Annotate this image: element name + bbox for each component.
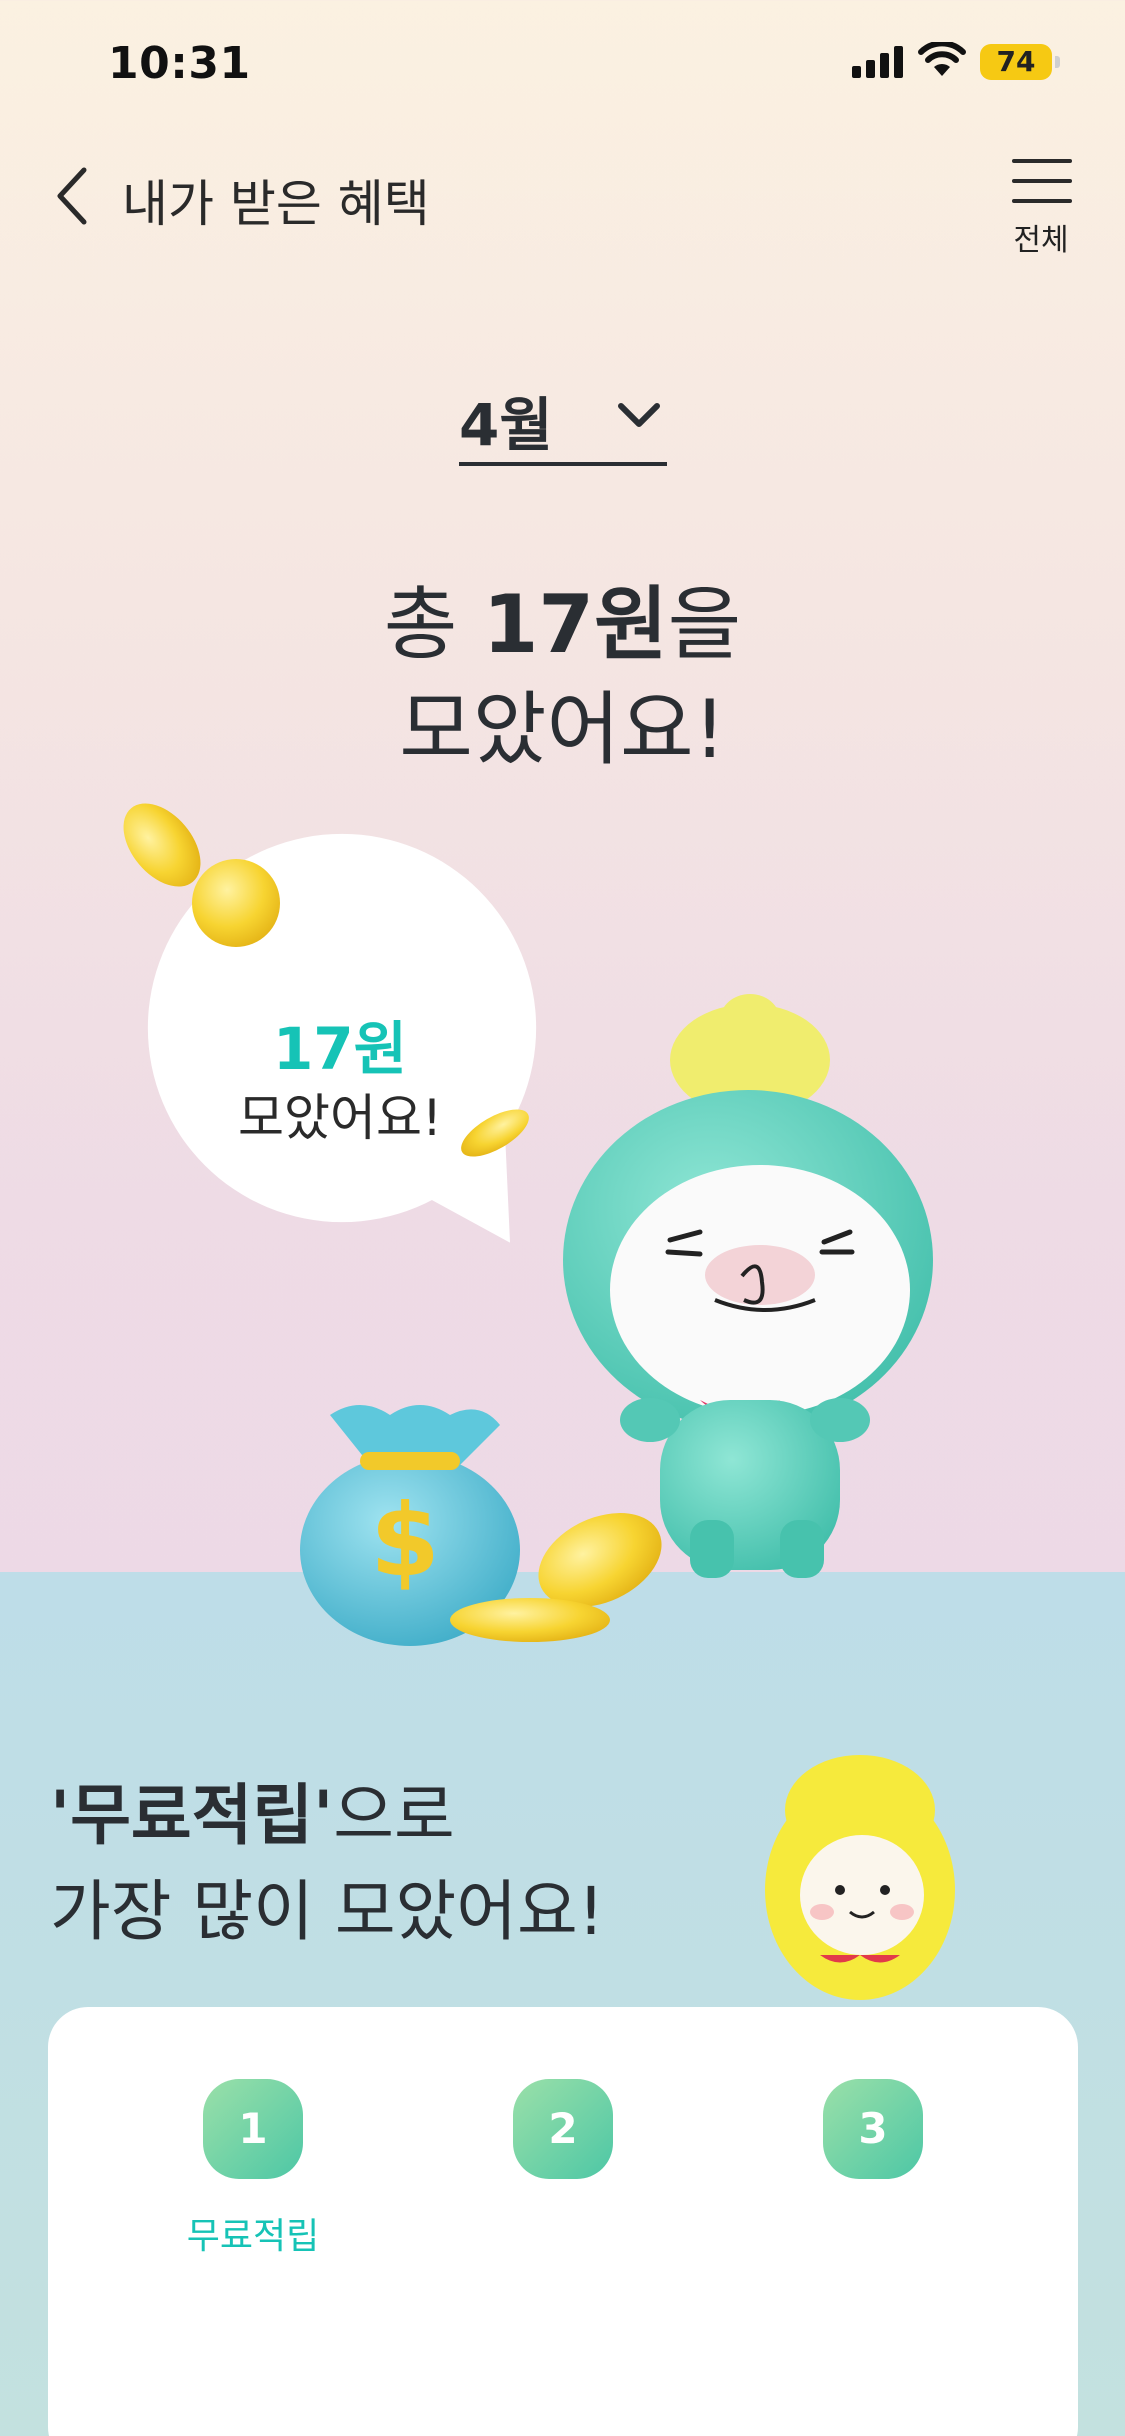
battery-cap [1055,56,1060,68]
coin-icon [461,1109,529,1157]
coin-icon [192,859,280,947]
coin-icon [450,1598,610,1642]
wifi-icon [918,42,966,76]
top-method-suffix: 으로 [333,1777,455,1854]
menu-button[interactable]: 전체 [1000,155,1082,265]
menu-label: 전체 [1013,223,1069,258]
top-method-headline: '무료적립'으로 [50,1762,455,1858]
ranking-card: 1 2 3 무료적립 [48,2007,1078,2436]
month-selector[interactable]: 4월 [459,370,667,466]
hamburger-icon [1012,159,1072,203]
total-suffix: 을 [667,578,742,671]
rank-3-badge: 3 [823,2079,923,2179]
total-summary-line2: 모았어요! [399,683,726,776]
battery-level: 74 [996,45,1036,78]
chevron-down-icon [618,403,660,427]
small-mascot-illustration [765,1755,955,2000]
battery-icon: 74 [980,44,1052,80]
total-amount: 17원 [482,578,668,671]
month-value: 4월 [459,391,553,459]
rank-1-label: 무료적립 [186,2216,320,2257]
total-prefix: 총 [383,578,483,671]
top-method-headline-line2: 가장 많이 모았어요! [50,1873,605,1950]
mascot-character [563,994,933,1578]
total-summary: 총 17원을 [0,560,1125,676]
mascot-illustration: $ [123,803,933,1646]
status-time: 10:31 [108,38,251,89]
rank-1-badge: 1 [203,2079,303,2179]
status-bar: 10:31 74 [0,0,1125,130]
svg-text:$: $ [370,1482,440,1599]
signal-icon [852,46,903,78]
rank-2-badge: 2 [513,2079,613,2179]
back-button[interactable]: 내가 받은 혜택 [40,150,440,240]
chevron-left-icon [57,167,87,225]
top-method-name: '무료적립' [50,1777,334,1854]
page-title: 내가 받은 혜택 [122,175,430,233]
